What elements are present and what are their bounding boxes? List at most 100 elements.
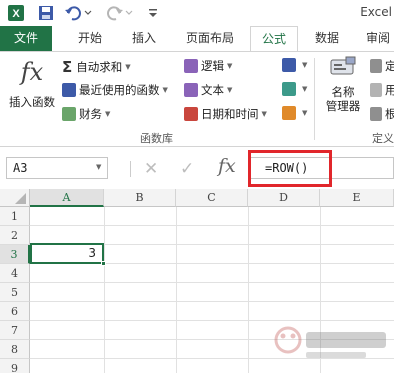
define-name-label: 定 <box>385 59 394 73</box>
tab-review[interactable]: 审阅 <box>356 26 394 51</box>
redo-icon[interactable] <box>104 3 136 23</box>
cell-value: 3 <box>88 246 96 260</box>
column-header-a[interactable]: A <box>30 189 104 207</box>
column-header-b[interactable]: B <box>104 189 176 207</box>
logical-label: 逻辑 <box>201 59 224 73</box>
financial-book-icon <box>62 107 76 121</box>
enter-icon[interactable]: ✓ <box>180 159 194 179</box>
gridline <box>30 225 394 226</box>
tab-insert[interactable]: 插入 <box>120 26 168 51</box>
tab-home[interactable]: 开始 <box>64 26 116 51</box>
financial-label: 财务 <box>79 107 102 121</box>
date-book-icon <box>184 107 198 121</box>
recently-used-label: 最近使用的函数 <box>79 83 160 97</box>
column-header-d[interactable]: D <box>248 189 320 207</box>
row-header-7[interactable]: 7 <box>0 321 30 340</box>
insert-function-label: 插入函数 <box>9 95 55 109</box>
date-time-button[interactable]: 日期和时间 ▼ <box>184 106 267 122</box>
chevron-down-icon: ▼ <box>302 85 308 93</box>
star-book-icon <box>62 83 76 97</box>
fill-handle[interactable] <box>101 261 106 266</box>
gridline <box>248 207 249 373</box>
text-book-icon <box>184 83 198 97</box>
name-box[interactable]: A3 <box>6 157 108 179</box>
tab-formulas[interactable]: 公式 <box>250 26 298 52</box>
use-in-formula-label: 用 <box>385 83 394 97</box>
define-name-icon <box>370 59 382 73</box>
autosum-label: 自动求和 <box>76 60 123 74</box>
name-manager-icon <box>328 56 358 85</box>
cancel-icon[interactable]: ✕ <box>144 159 158 179</box>
ribbon-tabs: 文件 开始 插入 页面布局 公式 数据 审阅 <box>0 26 394 52</box>
fx-icon: fx <box>20 58 44 86</box>
text-button[interactable]: 文本 ▼ <box>184 82 232 98</box>
formula-bar: A3 ▼ ✕ ✓ fx =ROW() <box>0 147 394 189</box>
create-from-selection-icon <box>370 107 382 121</box>
logical-book-icon <box>184 59 198 73</box>
column-header-c[interactable]: C <box>176 189 248 207</box>
use-in-formula-button[interactable]: 用 <box>370 82 394 98</box>
gridline <box>30 282 394 283</box>
svg-text:X: X <box>12 8 20 20</box>
divider <box>130 161 131 177</box>
lookup-reference-button[interactable]: ▼ <box>282 58 307 72</box>
gridline <box>176 207 177 373</box>
save-icon[interactable] <box>36 3 56 23</box>
row-header-3[interactable]: 3 <box>0 245 30 264</box>
excel-logo-icon: X <box>6 3 26 23</box>
defined-names-group-label: 定义 <box>372 132 394 145</box>
chevron-down-icon: ▼ <box>261 110 267 118</box>
chevron-down-icon[interactable]: ▼ <box>96 163 101 171</box>
text-label: 文本 <box>201 83 224 97</box>
quick-access-toolbar: X Excel <box>0 0 394 26</box>
create-from-selection-button[interactable]: 根 <box>370 106 394 122</box>
insert-function-icon[interactable]: fx <box>218 155 236 177</box>
row-header-1[interactable]: 1 <box>0 207 30 226</box>
gridline <box>30 301 394 302</box>
financial-button[interactable]: 财务 ▼ <box>62 106 110 122</box>
sigma-icon: Σ <box>62 58 73 76</box>
insert-function-button[interactable]: fx 插入函数 <box>6 56 58 116</box>
formula-highlight-box <box>248 150 332 187</box>
more-functions-button[interactable]: ▼ <box>282 106 307 120</box>
function-library-group-label: 函数库 <box>140 132 173 145</box>
more-functions-book-icon <box>282 106 296 120</box>
row-header-5[interactable]: 5 <box>0 283 30 302</box>
row-header-4[interactable]: 4 <box>0 264 30 283</box>
math-trig-button[interactable]: ▼ <box>282 82 307 96</box>
customize-toolbar-icon[interactable] <box>146 3 160 23</box>
ribbon: fx 插入函数 Σ 自动求和 ▼ 最近使用的函数 ▼ 财务 ▼ 逻辑 ▼ 文本 … <box>0 51 394 147</box>
lookup-book-icon <box>282 58 296 72</box>
column-header-e[interactable]: E <box>320 189 394 207</box>
undo-icon[interactable] <box>62 3 94 23</box>
name-manager-label-line1: 名称 <box>331 85 355 99</box>
chevron-down-icon: ▼ <box>302 109 308 117</box>
chevron-down-icon: ▼ <box>227 62 233 70</box>
chevron-down-icon: ▼ <box>105 110 111 118</box>
row-header-8[interactable]: 8 <box>0 340 30 359</box>
chevron-down-icon: ▼ <box>227 86 233 94</box>
row-header-9[interactable]: 9 <box>0 359 30 373</box>
tab-file[interactable]: 文件 <box>0 26 52 51</box>
logical-button[interactable]: 逻辑 ▼ <box>184 58 232 74</box>
autosum-button[interactable]: Σ 自动求和 ▼ <box>62 58 131 76</box>
math-book-icon <box>282 82 296 96</box>
select-all-button[interactable] <box>0 189 30 207</box>
name-manager-button[interactable]: 名称 管理器 <box>320 56 366 124</box>
active-cell-a3[interactable]: 3 <box>30 243 106 266</box>
tab-data[interactable]: 数据 <box>305 26 349 51</box>
chevron-down-icon: ▼ <box>162 86 168 94</box>
tab-page-layout[interactable]: 页面布局 <box>176 26 244 51</box>
define-name-button[interactable]: 定 <box>370 58 394 74</box>
watermark-logo <box>270 320 392 364</box>
recently-used-button[interactable]: 最近使用的函数 ▼ <box>62 82 168 98</box>
date-time-label: 日期和时间 <box>201 107 259 121</box>
gridline <box>104 207 105 373</box>
chevron-down-icon: ▼ <box>302 61 308 69</box>
create-from-selection-label: 根 <box>385 107 394 121</box>
row-header-2[interactable]: 2 <box>0 226 30 245</box>
window-title: Excel <box>360 5 392 19</box>
group-separator <box>314 58 315 140</box>
chevron-down-icon: ▼ <box>125 63 131 71</box>
row-header-6[interactable]: 6 <box>0 302 30 321</box>
